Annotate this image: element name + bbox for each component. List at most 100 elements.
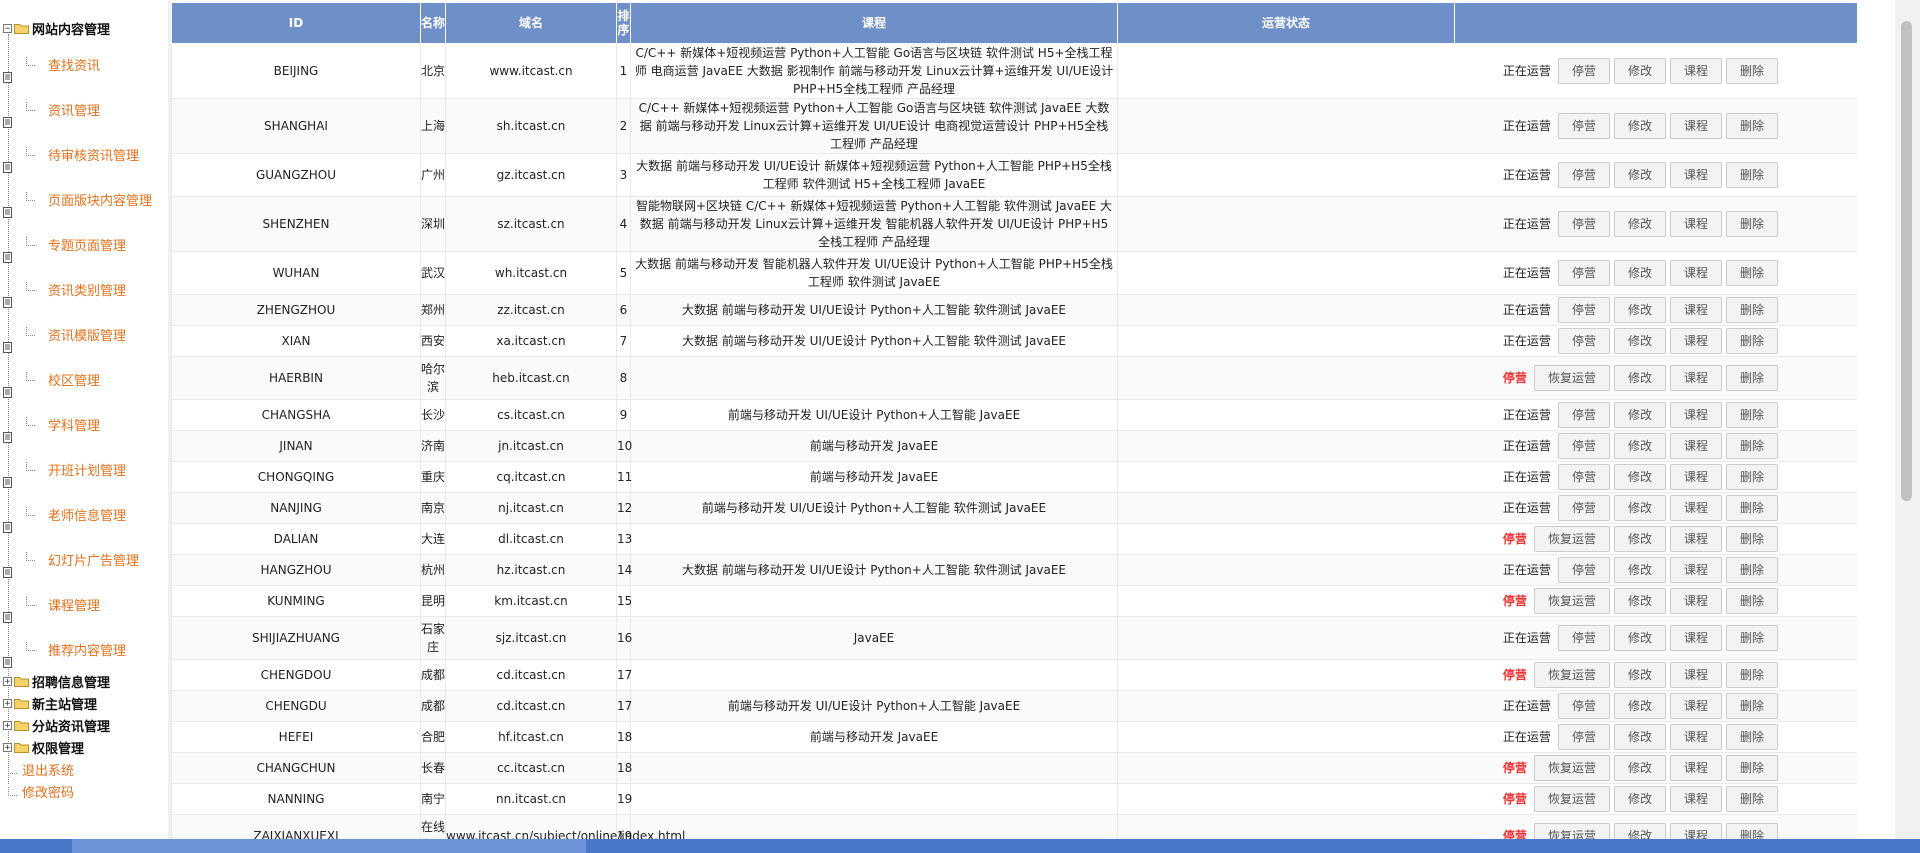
- delete-button[interactable]: 删除: [1725, 464, 1778, 490]
- stop-button[interactable]: 停营: [1557, 328, 1610, 354]
- edit-button[interactable]: 修改: [1613, 495, 1666, 521]
- stop-button[interactable]: 停营: [1557, 625, 1610, 651]
- resume-button[interactable]: 恢复运营: [1533, 588, 1610, 614]
- expand-toggle-icon[interactable]: +: [3, 720, 12, 730]
- delete-button[interactable]: 删除: [1725, 162, 1778, 188]
- course-button[interactable]: 课程: [1669, 260, 1722, 286]
- tree-root-node[interactable]: − 网站内容管理: [3, 18, 110, 38]
- delete-button[interactable]: 删除: [1725, 557, 1778, 583]
- course-button[interactable]: 课程: [1669, 662, 1722, 688]
- edit-button[interactable]: 修改: [1613, 662, 1666, 688]
- course-button[interactable]: 课程: [1669, 755, 1722, 781]
- course-button[interactable]: 课程: [1669, 557, 1722, 583]
- delete-button[interactable]: 删除: [1725, 662, 1778, 688]
- delete-button[interactable]: 删除: [1725, 625, 1778, 651]
- course-button[interactable]: 课程: [1669, 786, 1722, 812]
- edit-button[interactable]: 修改: [1613, 724, 1666, 750]
- vertical-scrollbar[interactable]: [1895, 0, 1920, 853]
- expand-toggle-icon[interactable]: +: [3, 698, 12, 708]
- sidebar-item[interactable]: 幻灯片广告管理: [48, 550, 139, 569]
- delete-button[interactable]: 删除: [1725, 328, 1778, 354]
- stop-button[interactable]: 停营: [1557, 58, 1610, 84]
- edit-button[interactable]: 修改: [1613, 693, 1666, 719]
- stop-button[interactable]: 停营: [1557, 211, 1610, 237]
- edit-button[interactable]: 修改: [1613, 625, 1666, 651]
- course-button[interactable]: 课程: [1669, 693, 1722, 719]
- sidebar-item[interactable]: 推荐内容管理: [48, 640, 126, 659]
- stop-button[interactable]: 停营: [1557, 557, 1610, 583]
- edit-button[interactable]: 修改: [1613, 328, 1666, 354]
- course-button[interactable]: 课程: [1669, 113, 1722, 139]
- collapse-toggle-icon[interactable]: −: [3, 23, 12, 33]
- edit-button[interactable]: 修改: [1613, 588, 1666, 614]
- edit-button[interactable]: 修改: [1613, 260, 1666, 286]
- change-password-link[interactable]: 修改密码: [22, 782, 74, 801]
- horizontal-scrollbar[interactable]: [0, 839, 1920, 853]
- course-button[interactable]: 课程: [1669, 328, 1722, 354]
- stop-button[interactable]: 停营: [1557, 724, 1610, 750]
- scrollbar-thumb[interactable]: [1901, 21, 1912, 501]
- course-button[interactable]: 课程: [1669, 162, 1722, 188]
- delete-button[interactable]: 删除: [1725, 297, 1778, 323]
- edit-button[interactable]: 修改: [1613, 58, 1666, 84]
- course-button[interactable]: 课程: [1669, 724, 1722, 750]
- delete-button[interactable]: 删除: [1725, 211, 1778, 237]
- edit-button[interactable]: 修改: [1613, 162, 1666, 188]
- stop-button[interactable]: 停营: [1557, 495, 1610, 521]
- edit-button[interactable]: 修改: [1613, 297, 1666, 323]
- sidebar-item[interactable]: 校区管理: [48, 370, 100, 389]
- resume-button[interactable]: 恢复运营: [1533, 662, 1610, 688]
- sidebar-item[interactable]: 待审核资讯管理: [48, 145, 139, 164]
- sidebar-item[interactable]: 页面版块内容管理: [48, 190, 152, 209]
- tree-group-node[interactable]: + 权限管理: [3, 737, 84, 757]
- edit-button[interactable]: 修改: [1613, 464, 1666, 490]
- edit-button[interactable]: 修改: [1613, 557, 1666, 583]
- course-button[interactable]: 课程: [1669, 58, 1722, 84]
- course-button[interactable]: 课程: [1669, 402, 1722, 428]
- sidebar-item[interactable]: 资讯管理: [48, 100, 100, 119]
- course-button[interactable]: 课程: [1669, 297, 1722, 323]
- course-button[interactable]: 课程: [1669, 588, 1722, 614]
- delete-button[interactable]: 删除: [1725, 526, 1778, 552]
- sidebar-item[interactable]: 课程管理: [48, 595, 100, 614]
- delete-button[interactable]: 删除: [1725, 786, 1778, 812]
- sidebar-item[interactable]: 老师信息管理: [48, 505, 126, 524]
- tree-group-node[interactable]: + 新主站管理: [3, 693, 97, 713]
- horizontal-scrollbar-thumb[interactable]: [72, 839, 586, 853]
- stop-button[interactable]: 停营: [1557, 433, 1610, 459]
- tree-group-node[interactable]: + 分站资讯管理: [3, 715, 110, 735]
- delete-button[interactable]: 删除: [1725, 402, 1778, 428]
- delete-button[interactable]: 删除: [1725, 365, 1778, 391]
- resume-button[interactable]: 恢复运营: [1533, 526, 1610, 552]
- course-button[interactable]: 课程: [1669, 211, 1722, 237]
- delete-button[interactable]: 删除: [1725, 113, 1778, 139]
- resume-button[interactable]: 恢复运营: [1533, 755, 1610, 781]
- delete-button[interactable]: 删除: [1725, 433, 1778, 459]
- sidebar-item[interactable]: 资讯模版管理: [48, 325, 126, 344]
- course-button[interactable]: 课程: [1669, 495, 1722, 521]
- expand-toggle-icon[interactable]: +: [3, 676, 12, 686]
- delete-button[interactable]: 删除: [1725, 260, 1778, 286]
- sidebar-item[interactable]: 专题页面管理: [48, 235, 126, 254]
- expand-toggle-icon[interactable]: +: [3, 742, 12, 752]
- sidebar-item[interactable]: 开班计划管理: [48, 460, 126, 479]
- resume-button[interactable]: 恢复运营: [1533, 365, 1610, 391]
- course-button[interactable]: 课程: [1669, 526, 1722, 552]
- edit-button[interactable]: 修改: [1613, 433, 1666, 459]
- logout-link[interactable]: 退出系统: [22, 760, 74, 779]
- tree-group-node[interactable]: + 招聘信息管理: [3, 671, 110, 691]
- stop-button[interactable]: 停营: [1557, 464, 1610, 490]
- edit-button[interactable]: 修改: [1613, 211, 1666, 237]
- resume-button[interactable]: 恢复运营: [1533, 786, 1610, 812]
- stop-button[interactable]: 停营: [1557, 297, 1610, 323]
- stop-button[interactable]: 停营: [1557, 693, 1610, 719]
- edit-button[interactable]: 修改: [1613, 113, 1666, 139]
- stop-button[interactable]: 停营: [1557, 162, 1610, 188]
- delete-button[interactable]: 删除: [1725, 693, 1778, 719]
- sidebar-item[interactable]: 学科管理: [48, 415, 100, 434]
- sidebar-item[interactable]: 资讯类别管理: [48, 280, 126, 299]
- stop-button[interactable]: 停营: [1557, 402, 1610, 428]
- course-button[interactable]: 课程: [1669, 433, 1722, 459]
- edit-button[interactable]: 修改: [1613, 365, 1666, 391]
- course-button[interactable]: 课程: [1669, 365, 1722, 391]
